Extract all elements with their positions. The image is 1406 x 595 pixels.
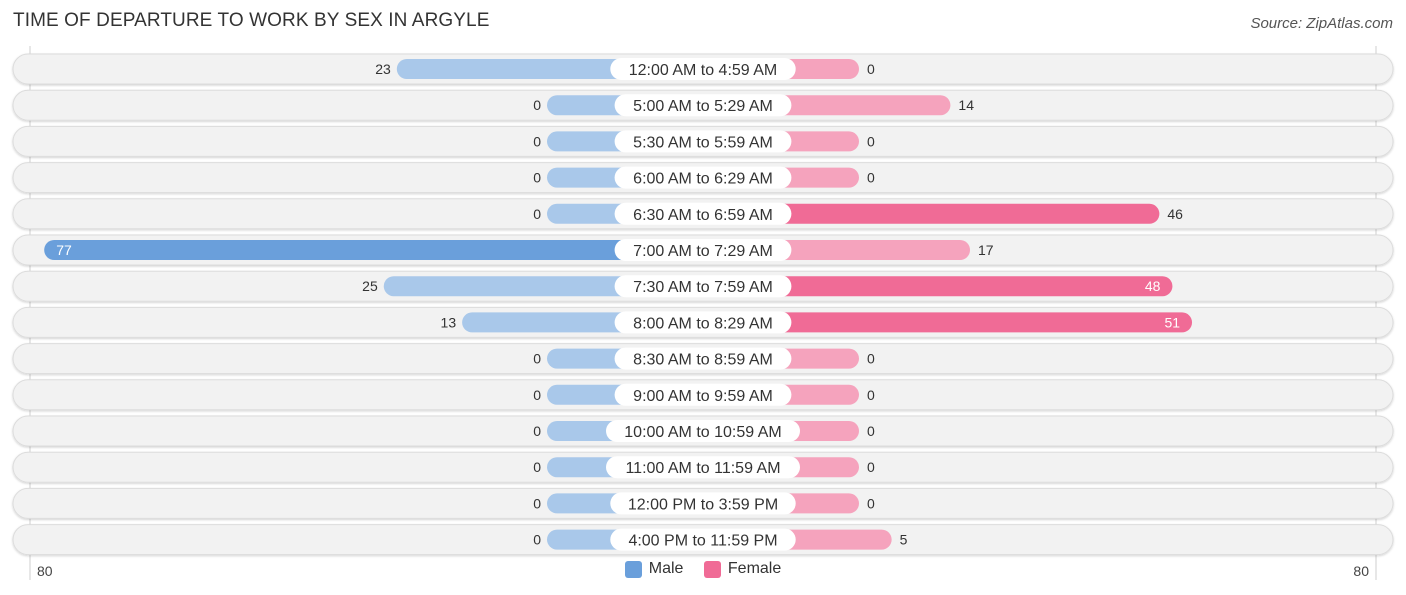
category-label: 4:00 PM to 11:59 PM [628, 533, 777, 550]
category-label: 5:00 AM to 5:29 AM [633, 98, 773, 115]
category-row: 7:00 AM to 7:29 AM 77 17 [12, 234, 1394, 266]
value-label-female: 5 [900, 532, 908, 548]
legend-swatch-female [703, 560, 721, 578]
legend-item-male[interactable]: Male [624, 560, 684, 578]
category-label: 8:00 AM to 8:29 AM [633, 315, 773, 332]
category-row: 12:00 PM to 3:59 PM 0 0 [12, 487, 1394, 519]
category-row: 8:30 AM to 8:59 AM 0 0 [12, 343, 1394, 375]
value-label-male: 0 [533, 423, 541, 439]
category-row: 10:00 AM to 10:59 AM 0 0 [12, 415, 1394, 447]
category-row: 6:30 AM to 6:59 AM 0 46 [12, 198, 1394, 230]
legend: Male Female [0, 560, 1406, 583]
value-label-female: 46 [1167, 206, 1183, 222]
category-label: 6:00 AM to 6:29 AM [633, 171, 773, 188]
value-label-female: 0 [867, 459, 875, 475]
value-label-female: 0 [867, 387, 875, 403]
value-label-female: 14 [958, 97, 974, 113]
value-label-male: 0 [533, 532, 541, 548]
value-label-male: 0 [533, 387, 541, 403]
category-row: 6:00 AM to 6:29 AM 0 0 [12, 162, 1394, 194]
category-row: 11:00 AM to 11:59 AM 0 0 [12, 451, 1394, 483]
value-label-female: 0 [867, 351, 875, 367]
value-label-female: 0 [867, 61, 875, 77]
category-label: 6:30 AM to 6:59 AM [633, 207, 773, 224]
value-label-male: 0 [533, 351, 541, 367]
value-label-male: 0 [533, 133, 541, 149]
category-label: 11:00 AM to 11:59 AM [625, 460, 780, 477]
value-label-male: 25 [362, 278, 378, 294]
category-row: 5:00 AM to 5:29 AM 0 14 [12, 89, 1394, 121]
category-row: 4:00 PM to 11:59 PM 0 5 [12, 524, 1394, 556]
legend-label-female: Female [727, 560, 782, 577]
value-label-male: 13 [441, 314, 457, 330]
category-label: 7:00 AM to 7:29 AM [633, 243, 773, 260]
category-label: 5:30 AM to 5:59 AM [633, 134, 773, 151]
category-row: 5:30 AM to 5:59 AM 0 0 [12, 125, 1394, 157]
value-label-female: 48 [1145, 278, 1161, 294]
value-label-female: 0 [867, 170, 875, 186]
category-label: 12:00 AM to 4:59 AM [629, 62, 778, 79]
category-row: 9:00 AM to 9:59 AM 0 0 [12, 379, 1394, 411]
bar-male[interactable] [44, 240, 703, 260]
value-label-male: 77 [56, 242, 72, 258]
value-label-female: 17 [978, 242, 994, 258]
category-row: 12:00 AM to 4:59 AM 23 0 [12, 53, 1394, 85]
value-label-male: 0 [533, 206, 541, 222]
category-row: 7:30 AM to 7:59 AM 25 48 [12, 270, 1394, 302]
category-label: 8:30 AM to 8:59 AM [633, 352, 773, 369]
category-row: 8:00 AM to 8:29 AM 13 51 [12, 306, 1394, 338]
value-label-male: 23 [375, 61, 391, 77]
legend-swatch-male [624, 560, 642, 578]
value-label-female: 0 [867, 423, 875, 439]
category-label: 7:30 AM to 7:59 AM [633, 279, 773, 296]
legend-item-female[interactable]: Female [703, 560, 782, 578]
category-label: 9:00 AM to 9:59 AM [633, 388, 773, 405]
category-label: 12:00 PM to 3:59 PM [628, 496, 778, 513]
legend-label-male: Male [648, 560, 684, 577]
value-label-female: 51 [1164, 314, 1180, 330]
value-label-male: 0 [533, 459, 541, 475]
chart-canvas: 12:00 AM to 4:59 AM23 05:00 AM to 5:29 AM… [12, 46, 1394, 580]
category-label: 10:00 AM to 10:59 AM [624, 424, 781, 441]
value-label-female: 0 [867, 133, 875, 149]
value-label-female: 0 [867, 495, 875, 511]
value-label-male: 0 [533, 170, 541, 186]
value-label-male: 0 [533, 495, 541, 511]
value-label-male: 0 [533, 97, 541, 113]
